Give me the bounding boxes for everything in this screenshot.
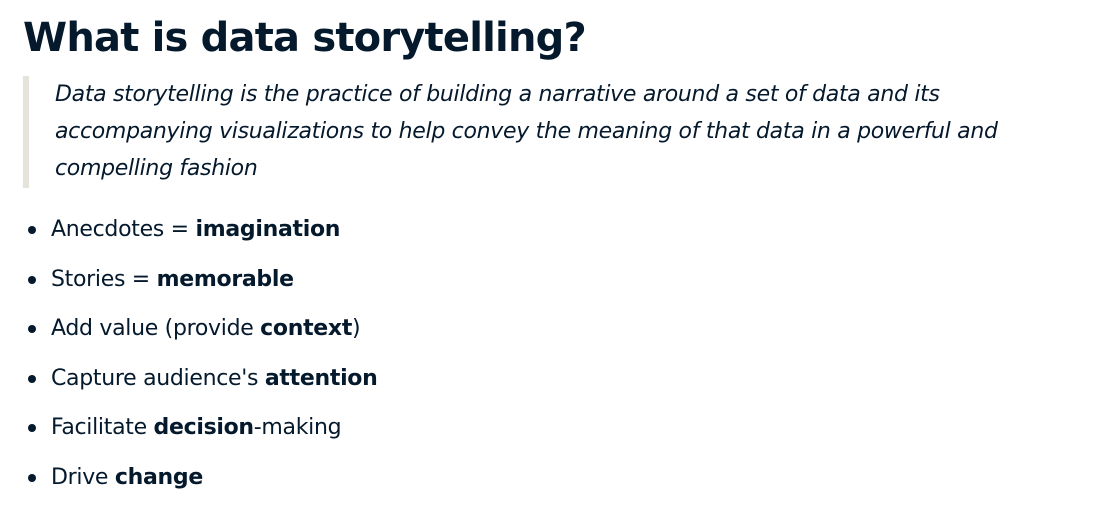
bullet-text-suffix: )	[352, 316, 361, 342]
bullet-dot-icon	[28, 226, 36, 234]
bullet-dot-icon	[28, 374, 36, 383]
bullet-item-anecdotes: Anecdotes = imagination	[23, 208, 378, 258]
definition-blockquote: Data storytelling is the practice of bui…	[23, 76, 1085, 188]
bullet-dot-icon	[28, 325, 36, 334]
bullet-text-bold: decision	[153, 415, 255, 441]
bullet-text-suffix: -making	[253, 415, 342, 441]
bullet-text-prefix: Capture audience's	[51, 365, 265, 391]
bullet-item-add-value: Add value (provide context)	[23, 307, 378, 357]
bullet-text-bold: change	[114, 464, 203, 490]
bullet-dot-icon	[28, 473, 36, 482]
bullet-text-prefix: Drive	[51, 464, 115, 490]
bullet-text-prefix: Add value (provide	[51, 316, 261, 342]
bullet-text-bold: attention	[264, 365, 378, 391]
bullet-text-bold: memorable	[156, 266, 294, 292]
bullet-text-bold: context	[260, 316, 353, 342]
bullet-list: Anecdotes = imagination Stories = memora…	[23, 208, 378, 506]
bullet-text-prefix: Stories =	[51, 266, 157, 292]
bullet-text-prefix: Facilitate	[51, 415, 154, 441]
bullet-text-bold: imagination	[195, 217, 341, 242]
bullet-dot-icon	[28, 424, 36, 433]
slide-title: What is data storytelling?	[23, 15, 587, 61]
bullet-item-capture-attention: Capture audience's attention	[23, 357, 378, 407]
bullet-item-drive-change: Drive change	[23, 456, 378, 506]
bullet-item-stories: Stories = memorable	[23, 258, 378, 308]
definition-text: Data storytelling is the practice of bui…	[55, 82, 998, 181]
bullet-text-prefix: Anecdotes =	[51, 217, 196, 242]
bullet-item-decision-making: Facilitate decision-making	[23, 406, 378, 456]
bullet-dot-icon	[28, 275, 36, 284]
slide: What is data storytelling? Data storytel…	[0, 0, 1108, 524]
